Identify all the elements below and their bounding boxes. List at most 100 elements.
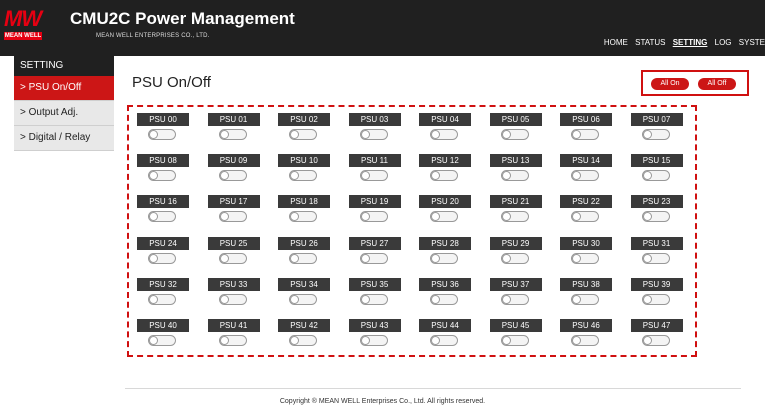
psu-toggle-switch[interactable]: [430, 293, 458, 305]
psu-toggle-switch[interactable]: [641, 335, 670, 346]
psu-label: PSU 06: [560, 113, 612, 126]
psu-grid: PSU 00 PSU 01 PSU 02 PSU 03 PSU 04 PSU 05 PSU …: [127, 105, 697, 357]
switch-knob: [219, 294, 229, 304]
psu-toggle-switch[interactable]: [289, 293, 317, 305]
psu-toggle-switch[interactable]: [148, 129, 176, 140]
psu-toggle-switch[interactable]: [148, 335, 176, 346]
psu-toggle-switch[interactable]: [148, 293, 176, 305]
psu-toggle-switch[interactable]: [359, 252, 388, 264]
psu-label: PSU 44: [419, 319, 471, 332]
logo-brand: MEAN WELL: [4, 32, 42, 40]
psu-toggle-switch[interactable]: [218, 293, 247, 305]
sidebar-item-output-adj[interactable]: > Output Adj.: [14, 101, 114, 126]
psu-toggle-switch[interactable]: [218, 335, 247, 346]
psu-toggle-switch[interactable]: [359, 211, 388, 223]
psu-tile: PSU 25: [207, 236, 260, 269]
psu-tile: PSU 23: [630, 195, 683, 227]
psu-toggle-switch[interactable]: [430, 129, 458, 140]
psu-tile: PSU 31: [630, 236, 683, 269]
psu-toggle-switch[interactable]: [641, 252, 670, 264]
psu-toggle-switch[interactable]: [571, 335, 599, 346]
switch-knob: [572, 130, 581, 139]
switch-knob: [219, 253, 229, 263]
psu-toggle-switch[interactable]: [289, 170, 317, 182]
switch-knob: [149, 171, 158, 181]
nav-log[interactable]: LOG: [715, 38, 732, 47]
psu-toggle-switch[interactable]: [359, 170, 388, 182]
psu-toggle-switch[interactable]: [500, 211, 529, 223]
switch-knob: [642, 294, 652, 304]
psu-toggle-switch[interactable]: [500, 335, 529, 346]
switch-knob: [219, 336, 229, 345]
psu-toggle-switch[interactable]: [500, 129, 529, 140]
psu-toggle-switch[interactable]: [571, 252, 599, 264]
psu-label: PSU 08: [137, 154, 189, 168]
psu-toggle-switch[interactable]: [641, 170, 670, 182]
switch-knob: [431, 212, 440, 222]
psu-label: PSU 18: [278, 195, 330, 209]
psu-label: PSU 37: [489, 277, 542, 291]
nav-home[interactable]: HOME: [604, 38, 628, 47]
psu-toggle-switch[interactable]: [571, 170, 599, 182]
psu-toggle-switch[interactable]: [218, 252, 247, 264]
psu-toggle-switch[interactable]: [641, 293, 670, 305]
psu-tile: PSU 44: [419, 319, 471, 351]
psu-toggle-switch[interactable]: [500, 252, 529, 264]
switch-knob: [149, 253, 158, 263]
all-on-button[interactable]: All On: [651, 78, 689, 90]
psu-toggle-switch[interactable]: [289, 211, 317, 223]
psu-toggle-switch[interactable]: [500, 293, 529, 305]
psu-toggle-switch[interactable]: [359, 335, 388, 346]
psu-toggle-switch[interactable]: [430, 252, 458, 264]
psu-toggle-switch[interactable]: [148, 170, 176, 182]
psu-toggle-switch[interactable]: [571, 129, 599, 140]
psu-toggle-switch[interactable]: [571, 211, 599, 223]
psu-toggle-switch[interactable]: [218, 170, 247, 182]
switch-knob: [501, 171, 511, 181]
psu-toggle-switch[interactable]: [359, 293, 388, 305]
logo[interactable]: MW MEAN WELL: [4, 8, 68, 40]
sidebar-item-digital-relay[interactable]: > Digital / Relay: [14, 126, 114, 151]
switch-knob: [360, 294, 370, 304]
nav-setting[interactable]: SETTING: [673, 38, 708, 47]
psu-toggle-switch[interactable]: [641, 211, 670, 223]
psu-label: PSU 02: [278, 113, 330, 126]
switch-knob: [642, 130, 652, 139]
psu-toggle-switch[interactable]: [430, 170, 458, 182]
psu-tile: PSU 35: [348, 277, 401, 310]
psu-toggle-switch[interactable]: [289, 129, 317, 140]
psu-toggle-switch[interactable]: [148, 211, 176, 223]
psu-label: PSU 26: [278, 236, 330, 250]
psu-toggle-switch[interactable]: [430, 335, 458, 346]
nav-status[interactable]: STATUS: [635, 38, 665, 47]
psu-tile: PSU 09: [207, 154, 260, 186]
psu-toggle-switch[interactable]: [289, 335, 317, 346]
switch-knob: [431, 130, 440, 139]
psu-toggle-switch[interactable]: [430, 211, 458, 223]
nav-system[interactable]: SYSTE: [739, 38, 765, 47]
switch-knob: [149, 336, 158, 345]
psu-tile: PSU 18: [278, 195, 330, 227]
psu-tile: PSU 00: [137, 113, 189, 145]
switch-knob: [219, 130, 229, 139]
psu-tile: PSU 10: [278, 154, 330, 186]
psu-toggle-switch[interactable]: [500, 170, 529, 182]
psu-tile: PSU 22: [560, 195, 612, 227]
psu-label: PSU 24: [137, 236, 189, 250]
psu-toggle-switch[interactable]: [289, 252, 317, 264]
psu-toggle-switch[interactable]: [359, 129, 388, 140]
psu-toggle-switch[interactable]: [571, 293, 599, 305]
psu-label: PSU 35: [348, 277, 401, 291]
all-toggle-group: All On All Off: [641, 70, 749, 96]
psu-tile: PSU 46: [560, 319, 612, 351]
psu-toggle-switch[interactable]: [148, 252, 176, 264]
all-off-button[interactable]: All Off: [698, 78, 736, 90]
psu-tile: PSU 42: [278, 319, 330, 351]
psu-label: PSU 04: [419, 113, 471, 126]
psu-label: PSU 00: [137, 113, 189, 126]
psu-toggle-switch[interactable]: [218, 211, 247, 223]
psu-tile: PSU 34: [278, 277, 330, 310]
psu-toggle-switch[interactable]: [641, 129, 670, 140]
sidebar-item-psu-on-off[interactable]: > PSU On/Off: [14, 76, 114, 101]
psu-toggle-switch[interactable]: [218, 129, 247, 140]
